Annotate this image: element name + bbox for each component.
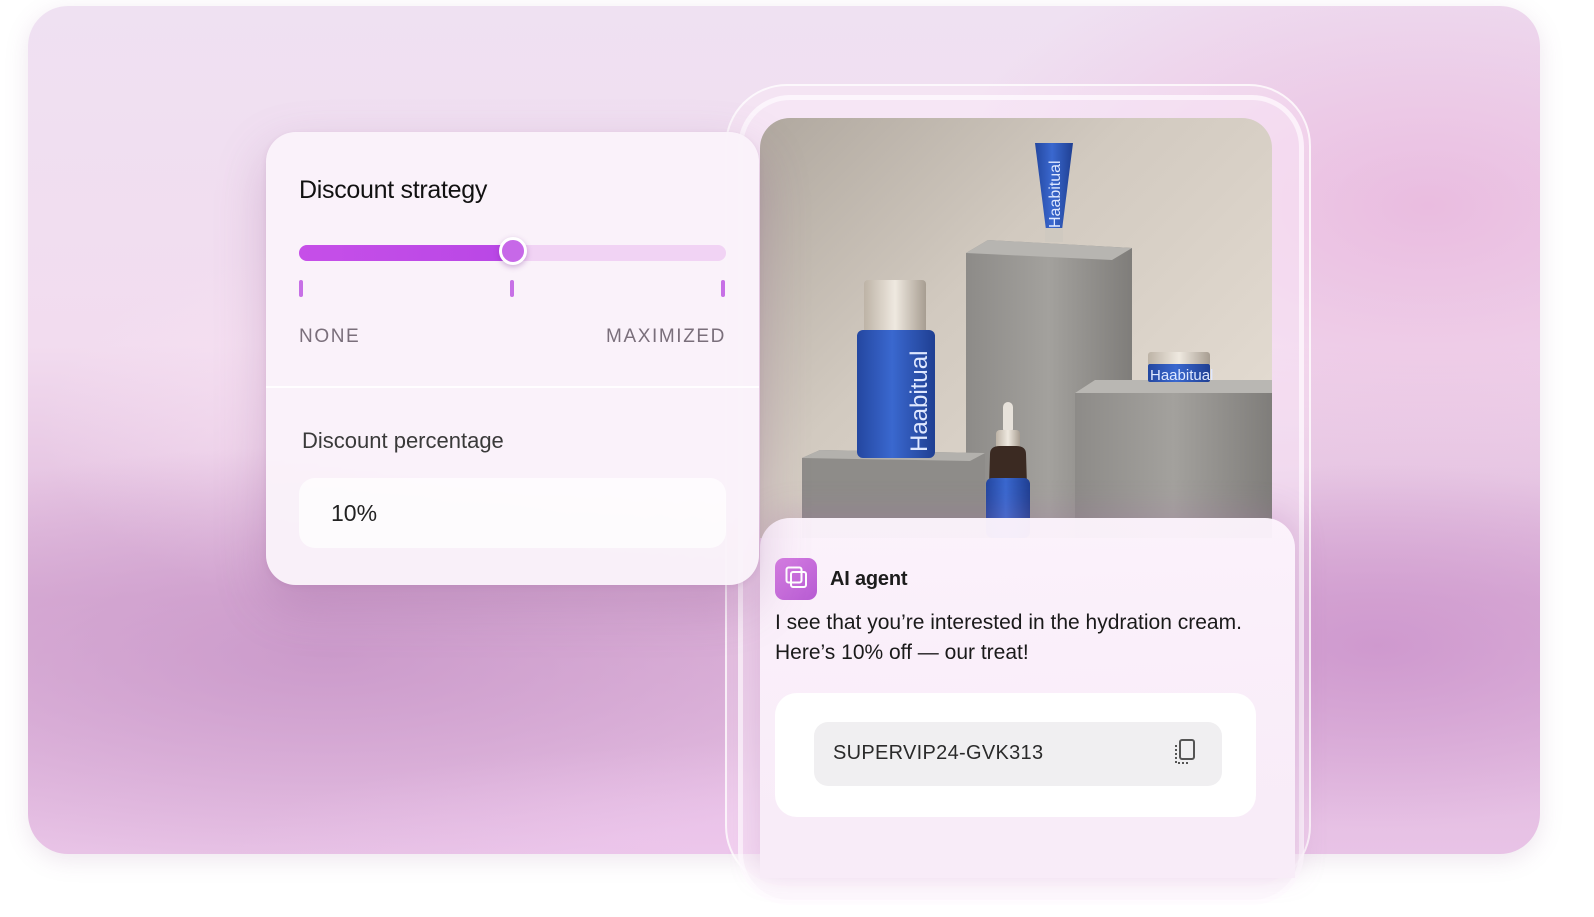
svg-text:Haabitual: Haabitual: [1150, 367, 1213, 384]
slider-min-label: NONE: [299, 326, 361, 347]
slider-tick-max: [721, 280, 725, 297]
panel-title: Discount strategy: [299, 176, 488, 204]
bottle-product: Haabitual: [857, 280, 935, 458]
agent-logo-icon: [784, 565, 808, 594]
discount-strategy-panel: Discount strategy NONE MAXIMIZED Discoun…: [266, 132, 759, 585]
copy-icon: [1171, 737, 1199, 772]
slider-tick-min: [299, 280, 303, 297]
jar-product: Haabitual: [1148, 352, 1213, 384]
product-photo: Haabitual Haabitual Haabitual: [760, 118, 1272, 538]
discount-percentage-label: Discount percentage: [302, 428, 504, 453]
coupon-code-text: SUPERVIP24-GVK313: [833, 742, 1044, 764]
slider-tick-mid: [510, 280, 514, 297]
agent-name: AI agent: [830, 568, 908, 590]
discount-slider-thumb[interactable]: [498, 237, 527, 265]
svg-text:Haabitual: Haabitual: [906, 351, 933, 452]
agent-avatar: [775, 558, 817, 600]
copy-coupon-button[interactable]: [1168, 737, 1202, 771]
slider-max-label: MAXIMIZED: [606, 326, 726, 347]
panel-divider: [266, 386, 759, 388]
right-stone-block: [1075, 380, 1272, 538]
tube-product: Haabitual: [1035, 143, 1073, 242]
discount-slider-fill: [299, 245, 513, 261]
agent-message: I see that you’re interested in the hydr…: [775, 611, 1242, 664]
svg-text:Haabitual: Haabitual: [1047, 160, 1064, 228]
discount-slider-track[interactable]: [299, 237, 726, 265]
discount-percentage-input[interactable]: [299, 478, 726, 548]
product-illustration: Haabitual Haabitual Haabitual: [802, 143, 1272, 538]
